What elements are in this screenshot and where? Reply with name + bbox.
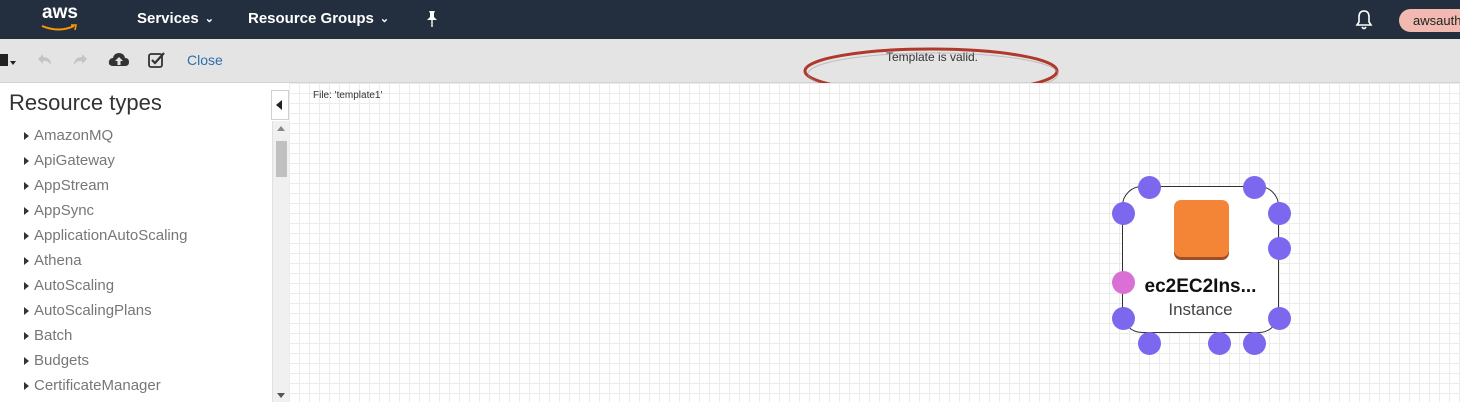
collapse-panel-button[interactable] [271,90,289,120]
top-navigation-bar: aws Services ⌄ Resource Groups ⌄ awsauth [0,0,1460,39]
scroll-up-icon[interactable] [277,126,285,131]
caret-right-icon [24,306,29,315]
caret-right-icon [24,181,29,190]
aws-smile-icon [41,24,77,31]
list-item[interactable]: AutoScalingPlans [24,298,187,323]
caret-right-icon [24,381,29,390]
aws-logo[interactable]: aws [42,2,78,24]
resource-type-label: AutoScalingPlans [34,302,152,319]
ec2-instance-icon[interactable] [1174,200,1229,257]
pin-icon[interactable] [424,10,440,28]
resource-type-label: Budgets [34,352,90,369]
connection-port[interactable] [1243,176,1266,199]
list-item[interactable]: AppStream [24,173,187,198]
caret-right-icon [24,231,29,240]
resource-types-panel: Resource types AmazonMQ ApiGateway AppSt… [0,83,272,402]
resource-groups-menu[interactable]: Resource Groups ⌄ [248,10,389,27]
validation-status: Template is valid. [0,50,1460,64]
chevron-down-icon: ⌄ [379,13,390,25]
connection-port[interactable] [1268,237,1291,260]
node-name: ec2EC2Ins... [1144,276,1257,297]
list-item[interactable]: CertificateManager [24,373,187,398]
services-label: Services [137,10,199,27]
design-canvas[interactable]: File: 'template1' ec2EC2Ins... Instance [289,83,1460,402]
ec2-instance-node[interactable]: ec2EC2Ins... Instance [1110,174,1291,355]
caret-right-icon [24,331,29,340]
resource-type-label: CertificateManager [34,377,161,394]
connection-port[interactable] [1138,332,1161,355]
resource-types-list: AmazonMQ ApiGateway AppStream AppSync Ap… [24,123,187,398]
resource-type-label: AppSync [34,202,95,219]
caret-right-icon [24,356,29,365]
connection-port[interactable] [1243,332,1266,355]
caret-right-icon [24,281,29,290]
resource-type-label: Athena [34,252,82,269]
caret-right-icon [24,206,29,215]
list-item[interactable]: AmazonMQ [24,123,187,148]
bell-icon[interactable] [1354,9,1374,31]
scrollbar-thumb[interactable] [276,141,287,177]
caret-right-icon [24,256,29,265]
list-item[interactable]: AutoScaling [24,273,187,298]
resource-type-label: ApiGateway [34,152,115,169]
list-item[interactable]: Budgets [24,348,187,373]
connection-port[interactable] [1268,202,1291,225]
resource-groups-label: Resource Groups [248,10,374,27]
chevron-left-icon [276,100,282,110]
node-type: Instance [1168,300,1233,319]
services-menu[interactable]: Services ⌄ [137,10,214,27]
connection-port[interactable] [1268,307,1291,330]
chevron-down-icon: ⌄ [204,13,214,25]
list-item[interactable]: AppSync [24,198,187,223]
list-item[interactable]: Athena [24,248,187,273]
resource-type-label: AppStream [34,177,110,194]
sidebar-scrollbar[interactable] [272,121,290,402]
caret-right-icon [24,131,29,140]
resource-type-label: Batch [34,327,73,344]
resource-types-title: Resource types [9,90,162,115]
caret-right-icon [24,156,29,165]
list-item[interactable]: ApiGateway [24,148,187,173]
list-item[interactable]: Batch [24,323,187,348]
connection-port[interactable] [1112,202,1135,225]
file-label: File: 'template1' [313,90,383,101]
connection-port[interactable] [1112,307,1135,330]
resource-type-label: AutoScaling [34,277,115,294]
connection-port[interactable] [1138,176,1161,199]
user-menu[interactable]: awsauth [1399,9,1460,32]
connection-port-active[interactable] [1112,271,1135,294]
resource-type-label: ApplicationAutoScaling [34,227,188,244]
designer-toolbar: Close Template is valid. [0,39,1460,96]
list-item[interactable]: ApplicationAutoScaling [24,223,187,248]
connection-port[interactable] [1208,332,1231,355]
resource-type-label: AmazonMQ [34,127,114,144]
scroll-down-icon[interactable] [277,393,285,398]
